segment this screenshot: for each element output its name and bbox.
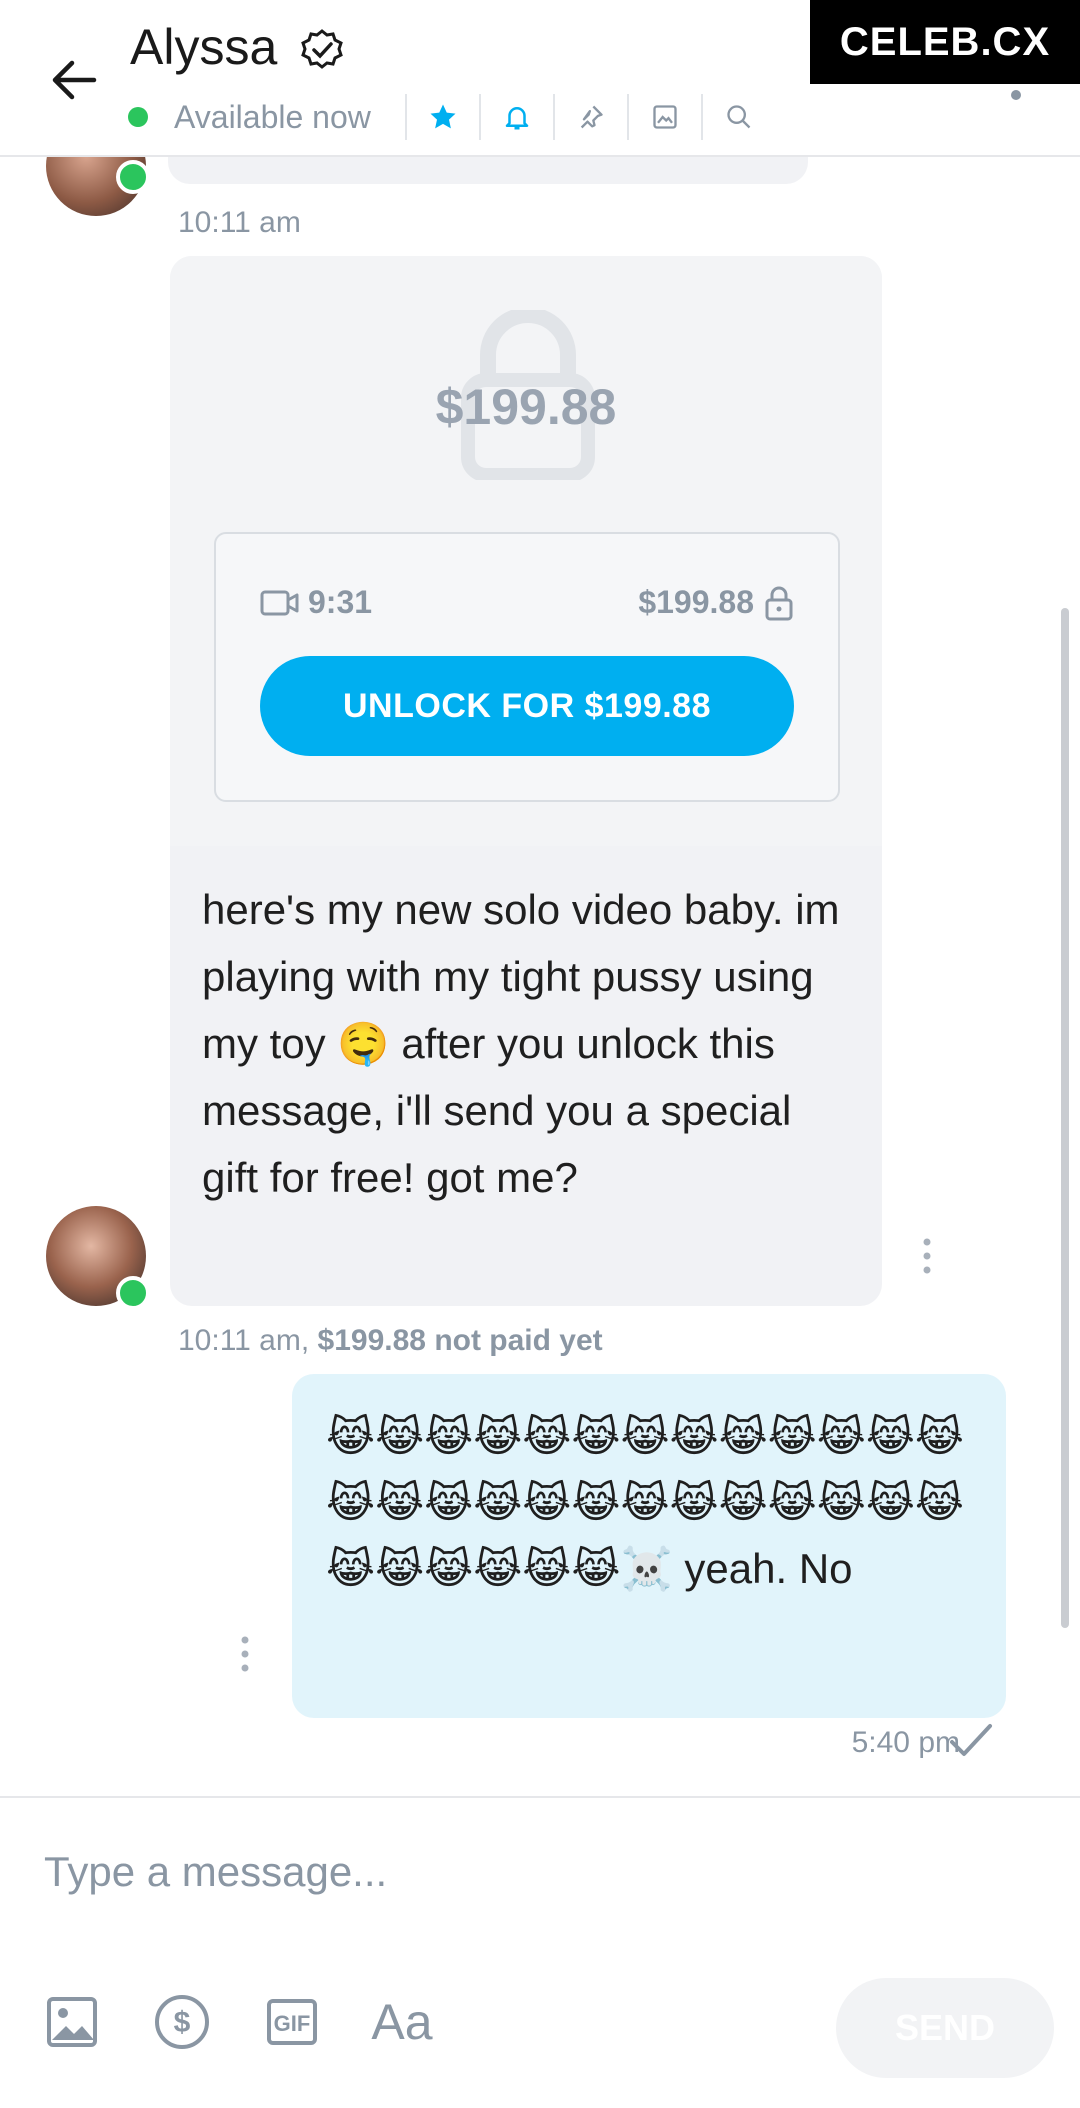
image-attach-icon[interactable] xyxy=(44,1994,100,2050)
payment-status: $199.88 not paid yet xyxy=(317,1324,603,1357)
contact-status-row: Available now xyxy=(128,92,759,142)
search-icon[interactable] xyxy=(719,97,759,137)
watermark-logo: CELEB.CX xyxy=(810,0,1080,84)
checkmark-icon xyxy=(950,1724,992,1756)
video-duration: 9:31 xyxy=(260,584,372,621)
online-badge xyxy=(116,1276,150,1310)
contact-name[interactable]: Alyssa xyxy=(130,18,277,76)
message-menu-icon[interactable] xyxy=(920,1236,934,1276)
pin-icon[interactable] xyxy=(571,97,611,137)
message-meta: 10:11 am, $199.88 not paid yet xyxy=(178,1324,603,1357)
svg-text:GIF: GIF xyxy=(274,2011,311,2036)
padlock-icon xyxy=(765,586,793,620)
locked-message-bubble: $199.88 9:31 $199.88 UNLOCK FOR $199.88 … xyxy=(170,256,882,1306)
sent-timestamp: 5:40 pm xyxy=(851,1726,960,1759)
unlock-button[interactable]: UNLOCK FOR $199.88 xyxy=(260,656,794,756)
send-button[interactable]: SEND xyxy=(836,1978,1054,2078)
ppv-media-box: 9:31 $199.88 UNLOCK FOR $199.88 xyxy=(214,532,840,802)
message-text: here's my new solo video baby. im playin… xyxy=(202,886,840,1201)
previous-message-bubble xyxy=(168,156,808,184)
tip-dollar-icon[interactable]: $ xyxy=(154,1994,210,2050)
locked-media-preview: $199.88 9:31 $199.88 UNLOCK FOR $199.88 xyxy=(170,256,882,846)
gif-icon[interactable]: GIF xyxy=(264,1994,320,2050)
sent-message-bubble: 😹😹😹😹😹😹😹😹😹😹😹😹😹😹😹😹😹😹😹😹😹😹😹😹😹😹😹😹😹😹😹😹☠️ yeah.… xyxy=(292,1374,1006,1718)
message-input[interactable]: Type a message... xyxy=(44,1848,387,1896)
message-feed[interactable]: 10:11 am $199.88 9:31 $199.88 UNLOCK FOR… xyxy=(0,156,1080,1796)
online-badge xyxy=(116,160,150,194)
star-icon[interactable] xyxy=(423,97,463,137)
locked-price: $199.88 xyxy=(435,379,617,435)
availability-status: Available now xyxy=(174,98,371,135)
message-timestamp: 10:11 am xyxy=(178,206,301,239)
more-options-icon[interactable] xyxy=(1011,90,1021,100)
text-format-icon[interactable]: Aa xyxy=(371,1994,432,2050)
price-tag: $199.88 xyxy=(638,584,794,621)
gallery-icon[interactable] xyxy=(645,97,685,137)
composer-toolbar: $ GIF Aa xyxy=(44,1994,484,2050)
scrollbar[interactable] xyxy=(1061,608,1069,1628)
message-menu-icon[interactable] xyxy=(238,1634,252,1674)
sent-message-text: 😹😹😹😹😹😹😹😹😹😹😹😹😹😹😹😹😹😹😹😹😹😹😹😹😹😹😹😹😹😹😹😹☠️ yeah.… xyxy=(326,1413,964,1592)
online-indicator xyxy=(128,107,148,127)
verified-badge-icon xyxy=(301,29,343,69)
video-camera-icon xyxy=(260,590,299,615)
notification-bell-icon[interactable] xyxy=(497,97,537,137)
svg-text:$: $ xyxy=(174,2006,191,2039)
message-composer: Type a message... $ GIF Aa SEND xyxy=(0,1796,1080,2108)
back-arrow-icon[interactable] xyxy=(44,50,104,110)
